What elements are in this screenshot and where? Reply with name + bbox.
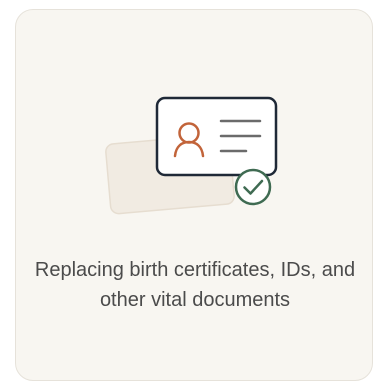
check-circle-icon xyxy=(234,168,272,206)
id-card-with-checkmark-illustration xyxy=(105,96,278,215)
card-caption: Replacing birth certificates, IDs, and o… xyxy=(34,259,356,311)
